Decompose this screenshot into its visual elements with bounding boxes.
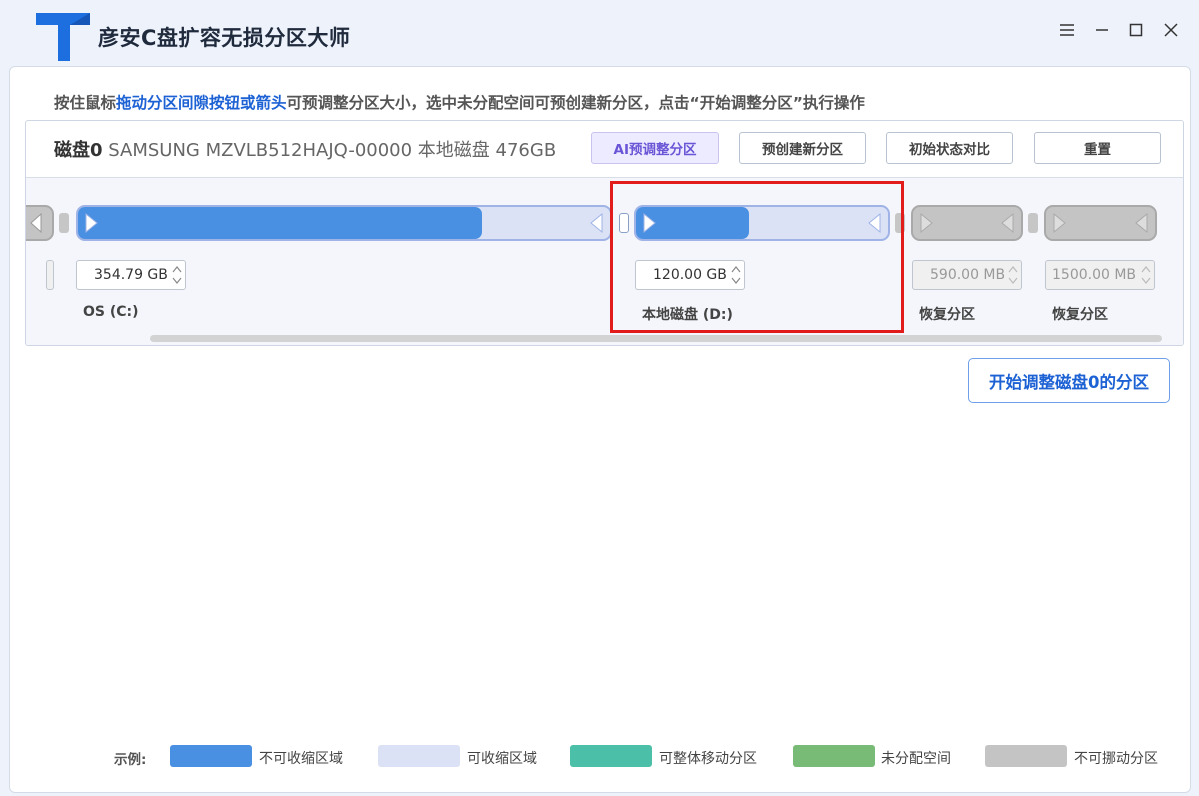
legend-swatch-immovable: [985, 745, 1067, 767]
legend-swatch-shrinkable: [378, 745, 460, 767]
compare-state-button[interactable]: 初始状态对比: [886, 132, 1013, 164]
close-icon[interactable]: [1159, 18, 1183, 42]
hint-text-highlight: 拖动分区间隙按钮或箭头: [116, 94, 287, 112]
legend-label-non-shrinkable: 不可收缩区域: [259, 751, 343, 767]
size-input-recovery-1: 590.00 MB: [912, 260, 1022, 290]
disk-info: SAMSUNG MZVLB512HAJQ-00000 本地磁盘 476GB: [102, 140, 557, 161]
partition-bar-c-fill: [78, 207, 483, 239]
arrow-left-icon[interactable]: [1001, 212, 1015, 234]
arrow-right-icon[interactable]: [919, 212, 933, 234]
app-title: 彦安C盘扩容无损分区大师: [98, 26, 351, 50]
gap-handle[interactable]: [1028, 213, 1038, 233]
reset-button[interactable]: 重置: [1034, 132, 1161, 164]
main-panel: 按住鼠标拖动分区间隙按钮或箭头可预调整分区大小，选中未分配空间可预创建新分区，点…: [9, 66, 1191, 793]
partition-label-c: OS (C:): [83, 304, 139, 320]
hint-text-1: 按住鼠标: [54, 94, 117, 112]
partition-label-recovery-1: 恢复分区: [919, 307, 975, 323]
legend-swatch-non-shrinkable: [170, 745, 252, 767]
horizontal-scrollbar[interactable]: [150, 335, 1162, 342]
hint-text-2: 可预调整分区大小，选中未分配空间可预创建新分区，点击“开始调整分区”执行操作: [286, 94, 865, 112]
highlight-box: [610, 181, 904, 333]
disk-header: 磁盘0 SAMSUNG MZVLB512HAJQ-00000 本地磁盘 476G…: [26, 121, 1183, 178]
menu-icon[interactable]: [1055, 18, 1079, 42]
spinner-icon[interactable]: [172, 264, 182, 286]
partition-bar-recovery-1[interactable]: [911, 205, 1023, 241]
legend-title: 示例:: [114, 752, 147, 768]
legend-label-shrinkable: 可收缩区域: [467, 751, 537, 767]
legend-label-unallocated: 未分配空间: [881, 751, 951, 767]
legend-swatch-unallocated: [793, 745, 875, 767]
app-logo-icon: [34, 11, 92, 63]
legend-label-immovable: 不可挪动分区: [1074, 751, 1158, 767]
size-value-recovery-1: 590.00 MB: [930, 267, 1006, 283]
title-bar: 彦安C盘扩容无损分区大师: [0, 0, 1199, 64]
arrow-right-icon[interactable]: [1052, 212, 1066, 234]
size-input-recovery-2: 1500.00 MB: [1045, 260, 1155, 290]
partition-bar-hidden[interactable]: [26, 205, 54, 241]
minimize-icon[interactable]: [1090, 18, 1114, 42]
arrow-right-icon[interactable]: [84, 212, 98, 234]
legend-swatch-movable: [570, 745, 652, 767]
partition-bar-c[interactable]: [76, 205, 612, 241]
legend: 示例: 不可收缩区域 可收缩区域 可整体移动分区 未分配空间 不可挪动分区: [114, 745, 1184, 769]
partition-map: 354.79 GB 120.00 GB 590.00 MB 1500.00 MB…: [26, 178, 1183, 345]
disk-box: 磁盘0 SAMSUNG MZVLB512HAJQ-00000 本地磁盘 476G…: [25, 120, 1184, 346]
ai-adjust-button[interactable]: AI预调整分区: [591, 132, 719, 164]
start-adjust-button[interactable]: 开始调整磁盘0的分区: [968, 358, 1170, 403]
arrow-left-icon[interactable]: [1135, 212, 1149, 234]
gap-handle[interactable]: [59, 213, 69, 233]
partition-label-recovery-2: 恢复分区: [1052, 307, 1108, 323]
arrow-left-icon[interactable]: [590, 212, 604, 234]
arrow-left-icon[interactable]: [30, 213, 42, 233]
legend-label-movable: 可整体移动分区: [659, 751, 757, 767]
size-value-c: 354.79 GB: [94, 267, 168, 283]
spinner-icon: [1008, 266, 1018, 284]
disk-number: 磁盘0: [54, 140, 103, 161]
disk-title: 磁盘0 SAMSUNG MZVLB512HAJQ-00000 本地磁盘 476G…: [54, 136, 556, 162]
spinner-icon: [1141, 266, 1151, 284]
size-value-recovery-2: 1500.00 MB: [1052, 267, 1137, 283]
size-input-hidden: [46, 260, 54, 290]
create-partition-button[interactable]: 预创建新分区: [739, 132, 866, 164]
instruction-hint: 按住鼠标拖动分区间隙按钮或箭头可预调整分区大小，选中未分配空间可预创建新分区，点…: [54, 91, 865, 113]
size-input-c[interactable]: 354.79 GB: [76, 260, 186, 290]
maximize-icon[interactable]: [1124, 18, 1148, 42]
partition-bar-recovery-2[interactable]: [1044, 205, 1157, 241]
